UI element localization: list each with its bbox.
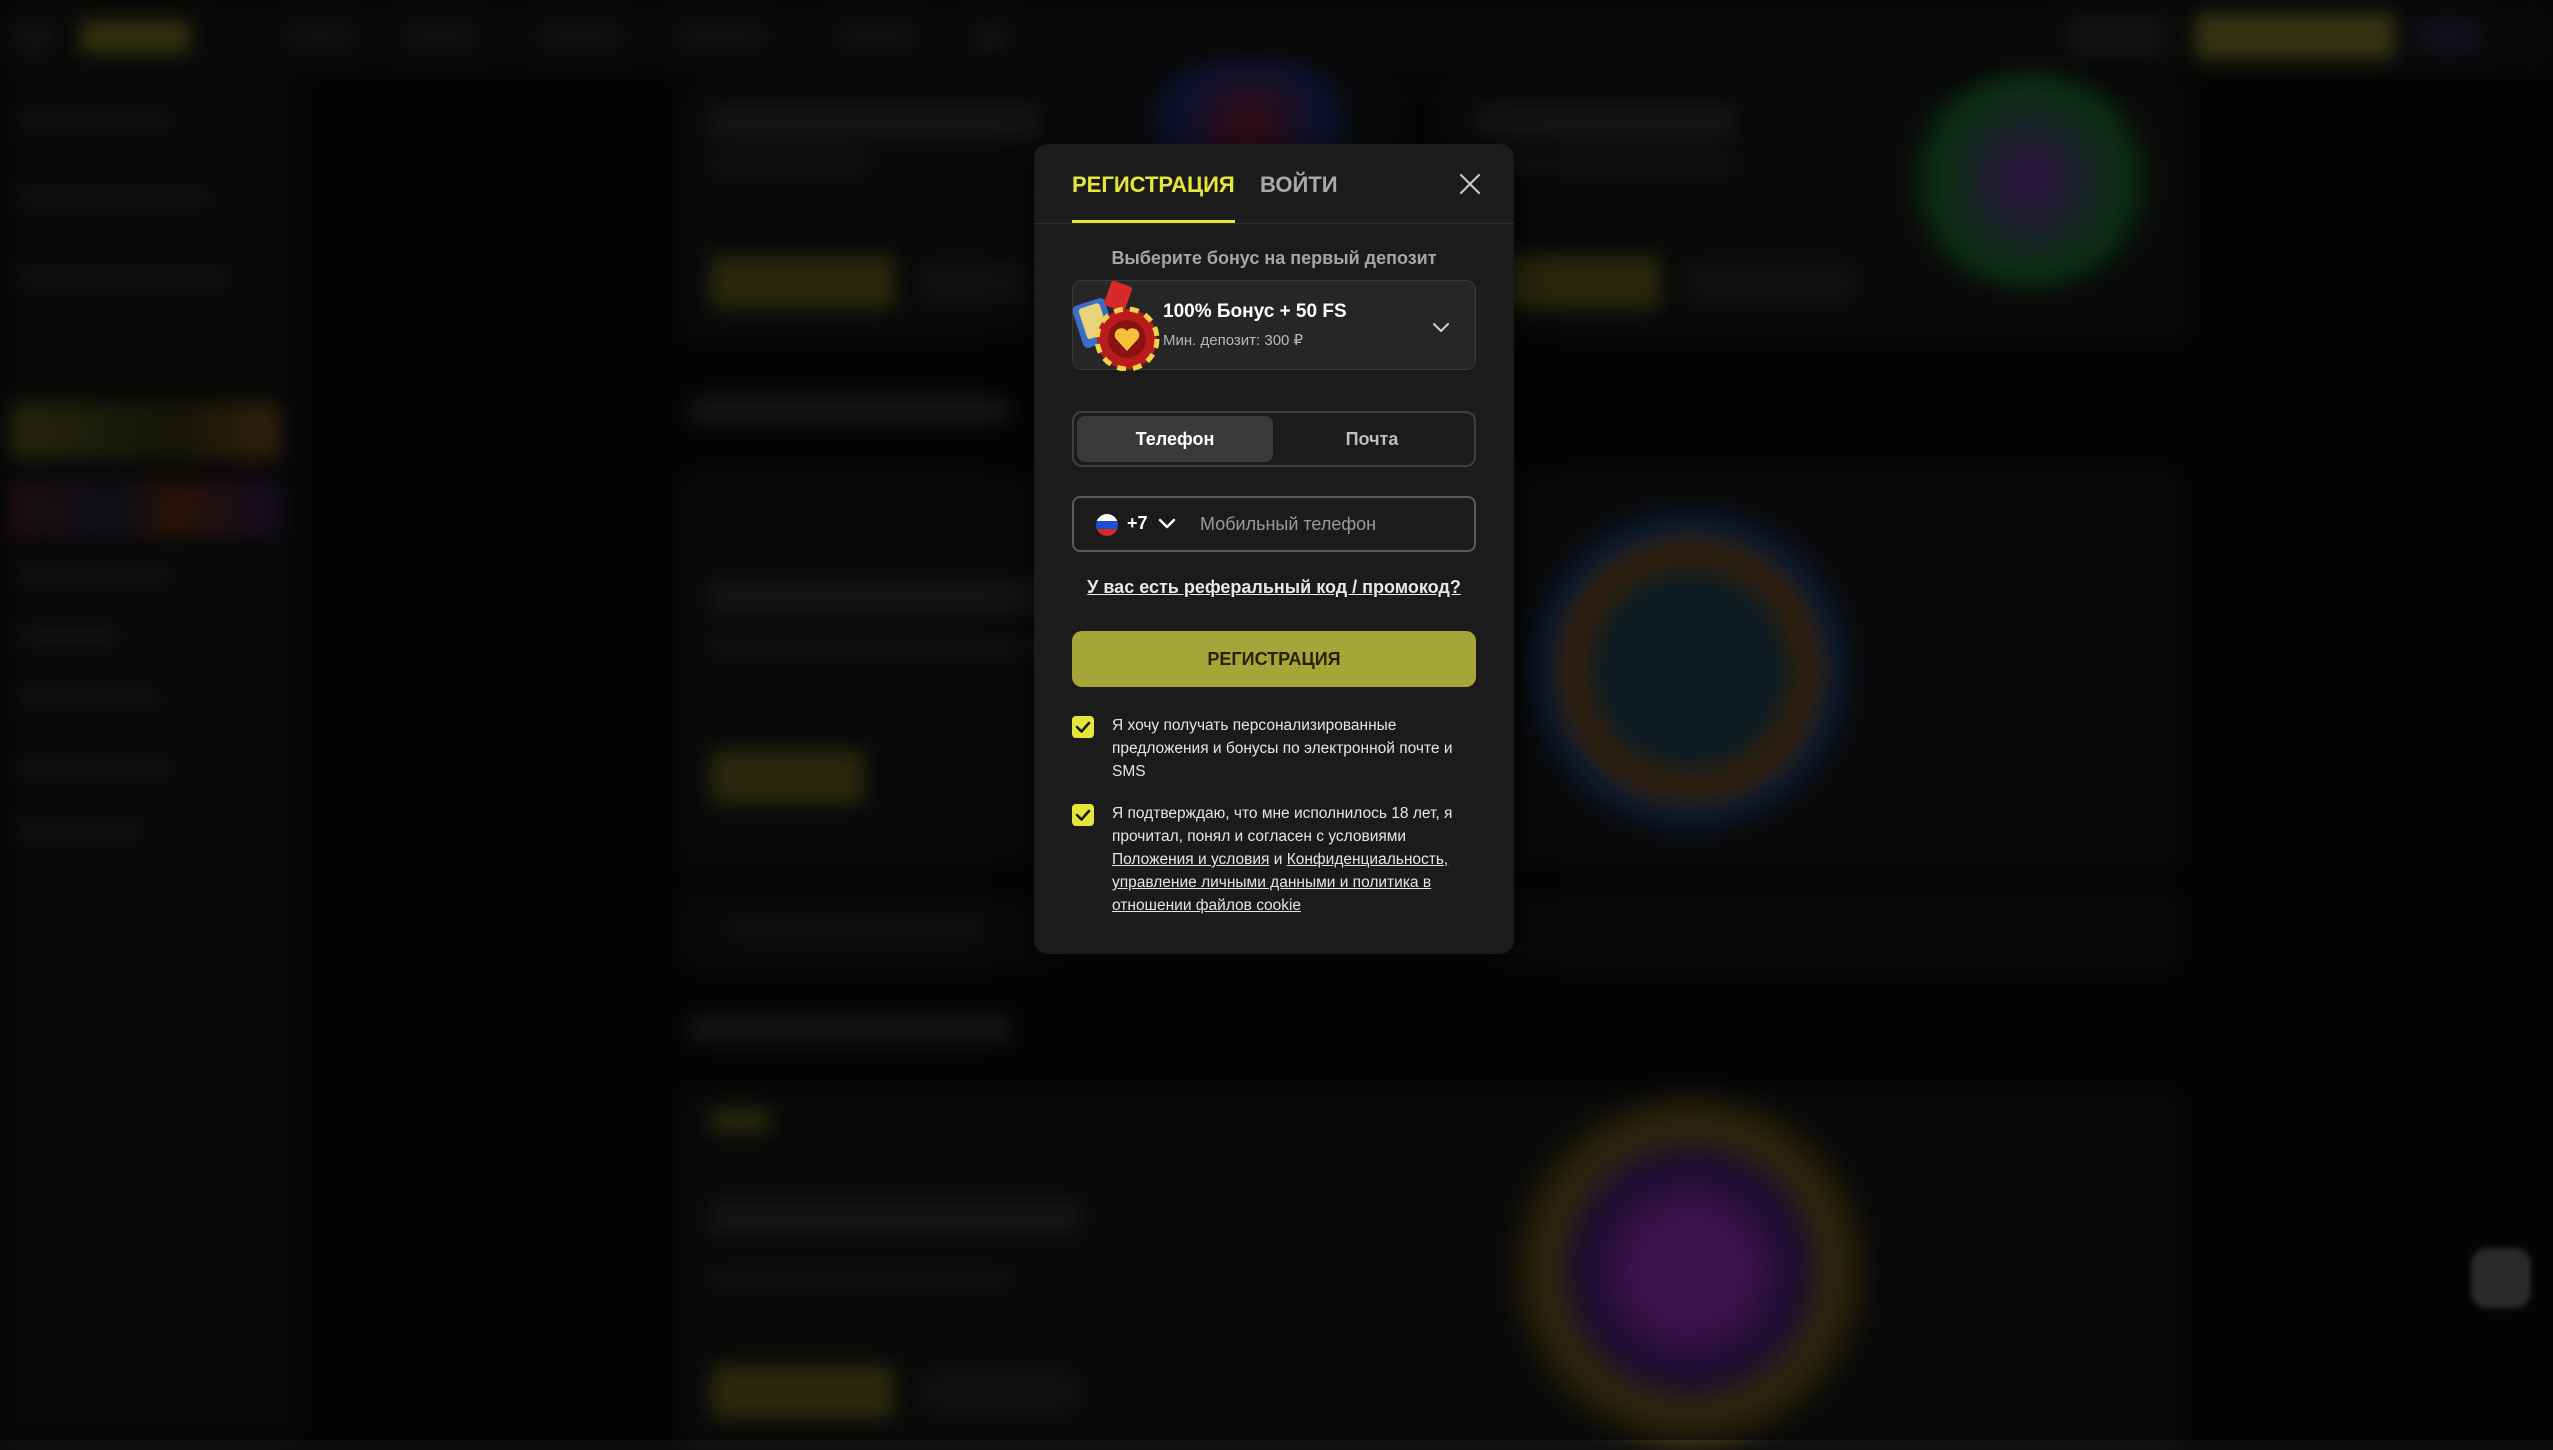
age-checkbox[interactable] xyxy=(1072,804,1094,826)
checkmark-icon xyxy=(1075,721,1091,733)
phone-field: +7 xyxy=(1072,496,1476,552)
close-icon[interactable] xyxy=(1454,168,1486,200)
country-code: +7 xyxy=(1127,513,1148,533)
russia-flag-icon xyxy=(1096,514,1118,536)
chat-icon[interactable] xyxy=(2471,1248,2531,1308)
age-consent-text: Я подтверждаю, что мне исполнилось 18 ле… xyxy=(1112,802,1476,917)
bonus-dropdown[interactable]: 100% Бонус + 50 FS Мин. депозит: 300 ₽ xyxy=(1072,280,1476,372)
casino-chip-icon xyxy=(1072,280,1163,372)
modal-tabs: РЕГИСТРАЦИЯ ВОЙТИ xyxy=(1034,144,1514,224)
tab-email[interactable]: Почта xyxy=(1274,416,1470,462)
tab-register[interactable]: РЕГИСТРАЦИЯ xyxy=(1072,172,1235,223)
tab-login[interactable]: ВОЙТИ xyxy=(1260,172,1338,198)
marketing-consent: Я хочу получать персонализированные пред… xyxy=(1072,714,1476,786)
register-button[interactable]: РЕГИСТРАЦИЯ xyxy=(1072,631,1476,687)
bonus-heading: Выберите бонус на первый депозит xyxy=(1111,248,1437,268)
contact-method-toggle: Телефон Почта xyxy=(1072,411,1476,467)
promo-code-link[interactable]: У вас есть реферальный код / промокод? xyxy=(1072,577,1476,598)
checkmark-icon xyxy=(1075,809,1091,821)
age-consent-and: и xyxy=(1269,851,1287,868)
chevron-down-icon[interactable] xyxy=(1156,512,1178,534)
tab-phone[interactable]: Телефон xyxy=(1077,416,1273,462)
registration-modal: РЕГИСТРАЦИЯ ВОЙТИ Выберите бонус на перв… xyxy=(1034,144,1514,954)
age-consent: Я подтверждаю, что мне исполнилось 18 ле… xyxy=(1072,802,1476,914)
terms-link[interactable]: Положения и условия xyxy=(1112,851,1269,868)
age-consent-prefix: Я подтверждаю, что мне исполнилось 18 ле… xyxy=(1112,805,1453,845)
marketing-consent-text: Я хочу получать персонализированные пред… xyxy=(1112,717,1453,780)
phone-input[interactable] xyxy=(1200,504,1468,544)
bonus-title: 100% Бонус + 50 FS xyxy=(1163,301,1347,322)
marketing-checkbox[interactable] xyxy=(1072,716,1094,738)
chevron-down-icon xyxy=(1429,315,1453,339)
bonus-min-deposit: Мин. депозит: 300 ₽ xyxy=(1163,332,1304,349)
